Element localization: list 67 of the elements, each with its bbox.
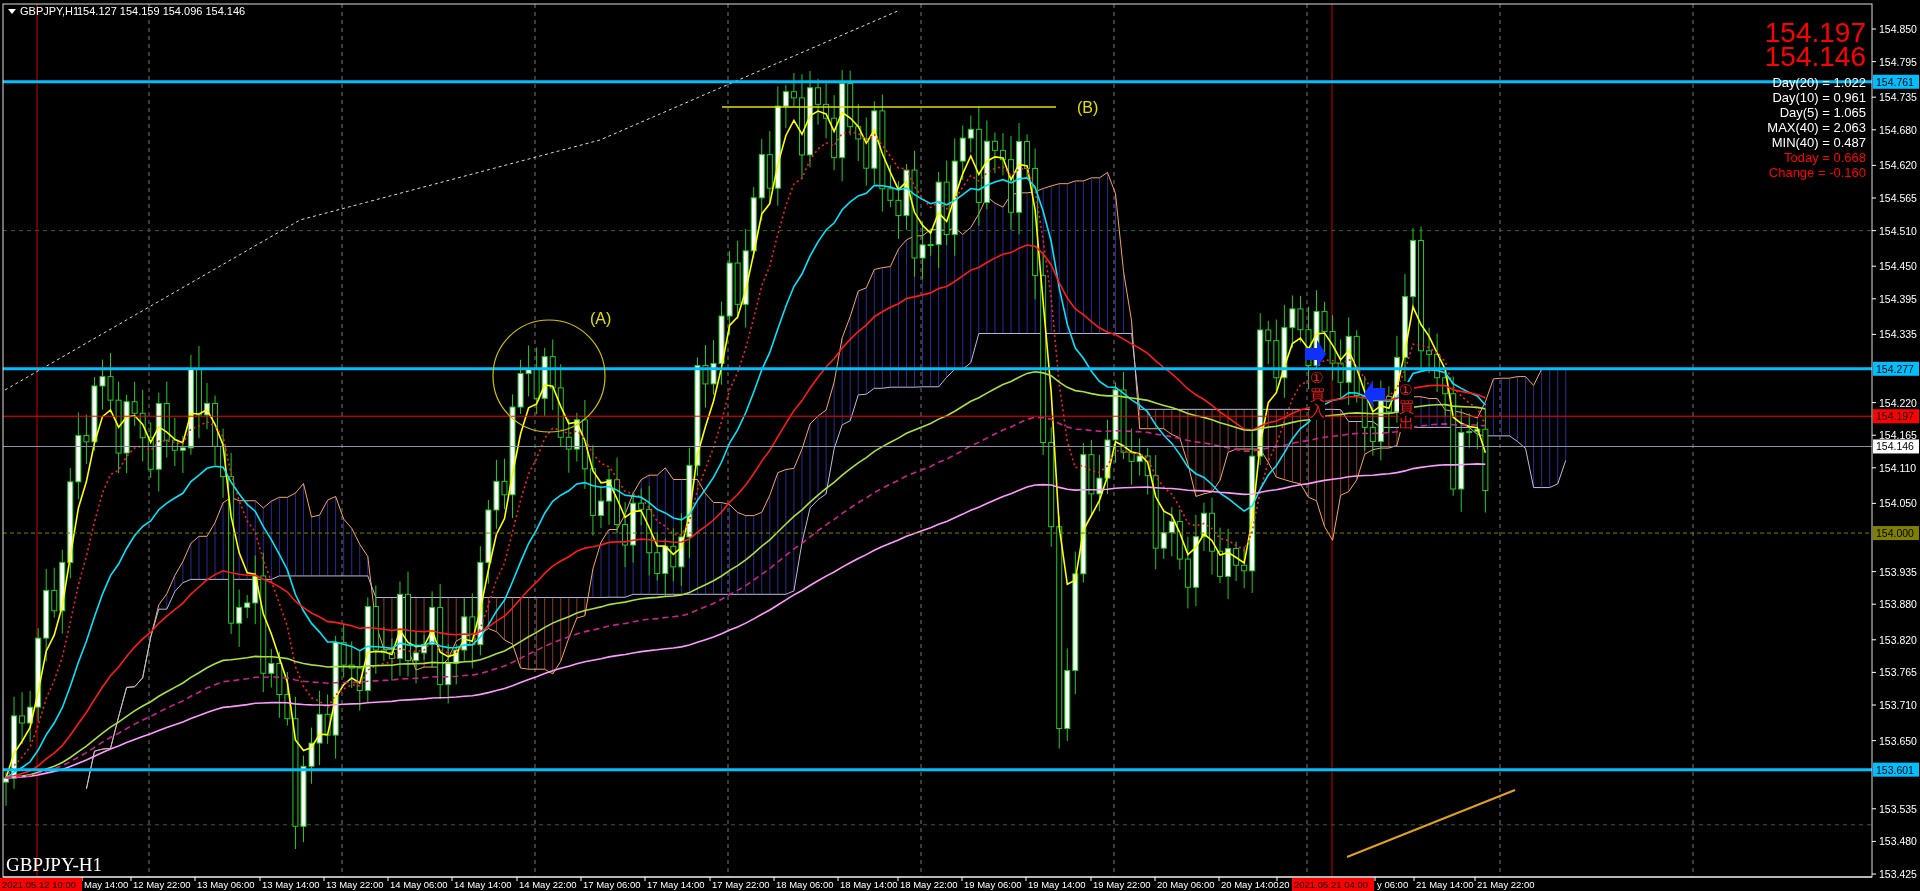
time-axis-label: 20 bbox=[1279, 879, 1290, 890]
time-axis-label: 21 May 14:00 bbox=[1416, 879, 1474, 890]
price-axis-label: 153.535 bbox=[1879, 802, 1917, 815]
chart-title: GBPJPY-H1 bbox=[6, 854, 103, 875]
arrow-icon bbox=[1364, 380, 1385, 408]
time-axis-label: 18 May 14:00 bbox=[840, 879, 898, 890]
price-axis-label: 153.480 bbox=[1879, 835, 1917, 848]
signal-label: ①買入 bbox=[1310, 370, 1325, 420]
time-axis-label: 19 May 22:00 bbox=[1093, 879, 1151, 890]
price-axis-label: 154.220 bbox=[1879, 396, 1917, 409]
price-axis-label: 153.935 bbox=[1879, 565, 1917, 578]
time-axis-label: 14 May 22:00 bbox=[519, 879, 577, 890]
time-axis-label: y 06:00 bbox=[1377, 879, 1409, 890]
caret-icon[interactable] bbox=[8, 9, 16, 14]
price-axis-label: 154.565 bbox=[1879, 192, 1917, 204]
annotation-label: (B) bbox=[1077, 99, 1099, 116]
price-axis-label: 154.735 bbox=[1879, 91, 1917, 104]
price-axis-label: 153.765 bbox=[1879, 666, 1917, 679]
stat-line: MAX(40) = 2.063 bbox=[1767, 120, 1866, 135]
time-cursor-tag: 2021.05.12 10:00 bbox=[0, 878, 82, 891]
price-axis-label: 154.620 bbox=[1879, 159, 1917, 172]
price-axis-label: 153.425 bbox=[1879, 868, 1917, 881]
price-level-tag: 154.197 bbox=[1873, 409, 1919, 424]
stat-line: MIN(40) = 0.487 bbox=[1771, 135, 1866, 150]
time-cursor-tag: 2021.05.21 04:00 bbox=[1292, 878, 1374, 891]
time-axis-label: 18 May 06:00 bbox=[776, 879, 834, 890]
ohlc-values: 154.127 154.159 154.096 154.146 bbox=[77, 5, 246, 17]
annotation-label: (A) bbox=[590, 310, 612, 327]
price-axis-label: 153.820 bbox=[1879, 633, 1917, 646]
time-axis-label: 19 May 06:00 bbox=[964, 879, 1022, 890]
price-axis-label: 154.395 bbox=[1879, 292, 1917, 305]
time-axis-label: 13 May 06:00 bbox=[197, 879, 255, 890]
time-axis-label: 14 May 06:00 bbox=[390, 879, 448, 890]
chart-symbol: GBPJPY,H1 bbox=[20, 5, 80, 17]
time-axis-label: 20 May 06:00 bbox=[1157, 879, 1215, 890]
price-axis-label: 154.450 bbox=[1879, 260, 1917, 273]
time-axis-label: 21 May 22:00 bbox=[1477, 879, 1535, 890]
time-axis-label: 12 May 22:00 bbox=[133, 879, 191, 890]
stat-line: Day(5) = 1.065 bbox=[1779, 105, 1866, 120]
signal-label: ①買出 bbox=[1399, 382, 1414, 432]
price-axis-label: 154.850 bbox=[1879, 23, 1917, 35]
price-axis-label: 154.335 bbox=[1879, 328, 1917, 341]
price-axis-label: 153.880 bbox=[1879, 598, 1917, 611]
price-level-tag: 154.146 bbox=[1873, 439, 1919, 454]
price-axis-label: 154.510 bbox=[1879, 224, 1917, 237]
time-axis-label: 17 May 14:00 bbox=[647, 879, 705, 890]
stat-line: Today = 0.668 bbox=[1783, 150, 1866, 165]
time-axis-label: 13 May 14:00 bbox=[262, 879, 320, 890]
time-axis-label: May 14:00 bbox=[84, 879, 129, 890]
time-axis-label: 13 May 22:00 bbox=[326, 879, 384, 890]
price-axis-label: 154.680 bbox=[1879, 123, 1917, 136]
time-axis-label: 17 May 06:00 bbox=[583, 879, 641, 890]
arrow-icon bbox=[1305, 340, 1326, 368]
price-axis-label: 153.710 bbox=[1879, 699, 1917, 711]
price-axis-label: 154.110 bbox=[1879, 461, 1917, 474]
price-axis-label: 154.050 bbox=[1879, 497, 1917, 510]
stat-line: Day(10) = 0.961 bbox=[1772, 90, 1866, 105]
time-axis-label: 20 May 14:00 bbox=[1221, 879, 1279, 890]
stat-line: Change = -0.160 bbox=[1768, 165, 1866, 180]
price-axis-label: 154.795 bbox=[1879, 55, 1917, 68]
time-axis-label: 19 May 14:00 bbox=[1028, 879, 1086, 890]
time-axis-label: 14 May 14:00 bbox=[454, 879, 512, 890]
price-axis-label: 154.165 bbox=[1879, 429, 1917, 442]
price-axis-label: 153.650 bbox=[1879, 734, 1917, 747]
time-axis-label: 17 May 22:00 bbox=[712, 879, 770, 890]
time-axis-label: 18 May 22:00 bbox=[900, 879, 958, 890]
price-level-tag: 154.000 bbox=[1873, 526, 1919, 541]
